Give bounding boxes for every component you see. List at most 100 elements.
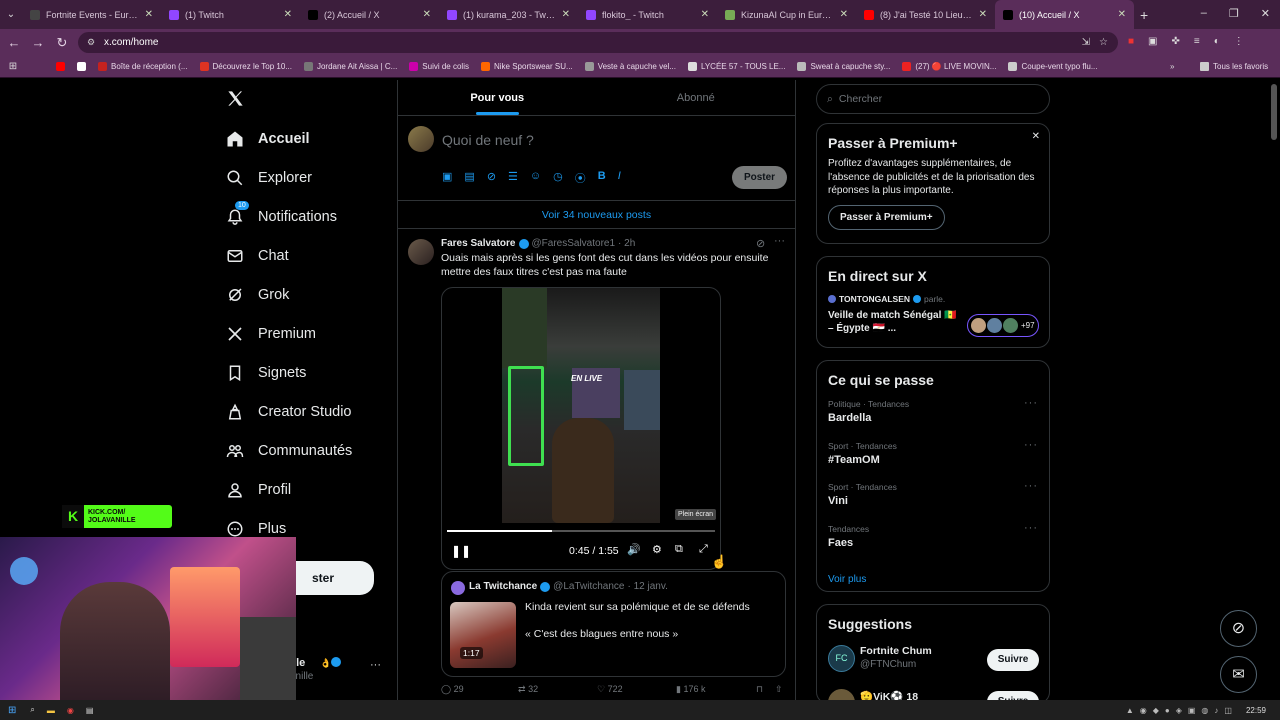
tweet-author-name[interactable]: Fares Salvatore xyxy=(441,238,516,249)
quoted-tweet[interactable]: La Twitchance @LaTwitchance · 12 janv. 1… xyxy=(441,571,786,677)
tab-close-icon[interactable]: ✕ xyxy=(145,9,153,20)
minimize-icon[interactable]: – xyxy=(1201,7,1207,20)
page-scrollbar[interactable] xyxy=(1271,84,1277,140)
suggestion-avatar[interactable]: FC xyxy=(828,645,855,672)
browser-tab[interactable]: (1) kurama_203 - Twitch ✕ xyxy=(439,0,578,29)
tab-for-you[interactable]: Pour vous xyxy=(398,80,597,115)
fullscreen-icon[interactable]: ⤢ xyxy=(699,543,708,556)
browser-tab[interactable]: (8) J'ai Testé 10 Lieux Not ✕ xyxy=(856,0,995,29)
suggestion-name[interactable]: Fortnite Chum xyxy=(860,645,932,657)
nav-item-grok[interactable]: Grok xyxy=(220,275,390,314)
browser-tab[interactable]: (1) Twitch ✕ xyxy=(161,0,300,29)
extensions-puzzle-icon[interactable]: ✜ xyxy=(1172,36,1180,47)
nav-item-notifications[interactable]: Notifications 10 xyxy=(220,197,390,236)
nav-item-chat[interactable]: Chat xyxy=(220,236,390,275)
tweet[interactable]: Fares Salvatore @FaresSalvatore1 · 2h ⊘ … xyxy=(398,229,795,699)
share-icon[interactable]: ⇧ xyxy=(775,684,783,695)
trend-more-icon[interactable]: ··· xyxy=(1024,397,1038,409)
apps-grid-icon[interactable]: ⊞ xyxy=(0,61,26,72)
live-topic[interactable]: Veille de match Sénégal 🇸🇳 – Égypte 🇪🇬 .… xyxy=(828,309,958,335)
nav-item-bookmarks[interactable]: Signets xyxy=(220,353,390,392)
like-button[interactable]: ♡ 722 xyxy=(597,684,676,695)
image-icon[interactable]: ▣ xyxy=(442,170,452,186)
maximize-icon[interactable]: ❐ xyxy=(1229,7,1239,20)
trend-item[interactable]: Politique · Tendances Bardella ··· xyxy=(828,397,1038,441)
url-input[interactable]: ⚙ x.com/home ⇲ ☆ xyxy=(78,32,1118,53)
nav-item-premium[interactable]: Premium xyxy=(220,314,390,353)
bookmark-star-icon[interactable]: ☆ xyxy=(1099,32,1108,53)
browser-menu-icon[interactable]: ⋮ xyxy=(1234,36,1244,47)
italic-icon[interactable]: I xyxy=(618,170,621,186)
bookmark-item[interactable]: Jordane Ait Aissa | C... xyxy=(303,62,397,71)
live-listeners[interactable]: +97 xyxy=(967,314,1039,337)
bookmark-item[interactable]: Boîte de réception (... xyxy=(98,62,188,71)
bookmark-item[interactable]: Nike Sportswear SU... xyxy=(480,62,573,71)
system-tray-icons[interactable]: ▲◉◆●◈▣◍♪◫ xyxy=(1126,706,1238,715)
video-player[interactable]: EN LIVE Plein écran ❚❚ 0:45 / 1:55 🔊 ⚙ ⧉… xyxy=(441,287,721,570)
compose-input[interactable]: Quoi de neuf ? xyxy=(442,132,534,148)
search-input[interactable]: ⌕ Chercher xyxy=(816,84,1050,114)
browser-tab[interactable]: (10) Accueil / X ✕ xyxy=(995,0,1134,29)
bookmark-item[interactable]: (27) 🔴 LIVE MOVIN... xyxy=(902,62,996,71)
tweet-author-handle[interactable]: @FaresSalvatore1 xyxy=(532,238,616,249)
grok-explain-icon[interactable]: ⊘ xyxy=(756,237,765,250)
tab-close-icon[interactable]: ✕ xyxy=(284,9,292,20)
nav-item-creator-studio[interactable]: Creator Studio xyxy=(220,392,390,431)
nav-item-communities[interactable]: Communautés xyxy=(220,431,390,470)
grok-compose-icon[interactable]: ⊘ xyxy=(487,170,496,186)
reply-button[interactable]: ◯ 29 xyxy=(441,684,518,695)
all-bookmarks-folder[interactable]: Tous les favoris xyxy=(1200,62,1268,71)
nav-item-explore[interactable]: Explorer xyxy=(220,158,390,197)
trend-item[interactable]: Tendances Faes ··· xyxy=(828,522,1038,566)
account-more-icon[interactable]: ··· xyxy=(370,659,381,671)
premium-button[interactable]: Passer à Premium+ xyxy=(828,204,945,230)
tab-close-icon[interactable]: ✕ xyxy=(423,9,431,20)
compose-post-button[interactable]: Poster xyxy=(732,166,787,189)
bookmark-item[interactable]: Veste à capuche vel... xyxy=(584,62,676,71)
media-control-icon[interactable]: ≡ xyxy=(1194,36,1200,47)
bookmark-youtube[interactable] xyxy=(56,62,65,71)
poll-icon[interactable]: ☰ xyxy=(508,170,518,186)
bold-icon[interactable]: B xyxy=(598,170,606,186)
emoji-icon[interactable]: ☺ xyxy=(530,170,541,186)
tab-close-icon[interactable]: ✕ xyxy=(979,9,987,20)
trend-more-icon[interactable]: ··· xyxy=(1024,522,1038,534)
video-progress-bar[interactable] xyxy=(447,530,715,532)
extension-icon[interactable]: ▣ xyxy=(1148,36,1157,47)
gif-icon[interactable]: ▤ xyxy=(464,170,474,186)
browser-tab[interactable]: Fortnite Events - Europe ✕ xyxy=(22,0,161,29)
back-icon[interactable]: ← xyxy=(2,35,26,50)
bookmark-item[interactable]: Suivi de colis xyxy=(409,62,469,71)
chrome-icon[interactable]: ◉ xyxy=(67,706,74,715)
pause-icon[interactable]: ❚❚ xyxy=(451,544,471,558)
suggestion-handle[interactable]: @FTNChum xyxy=(860,659,916,670)
tab-close-icon[interactable]: ✕ xyxy=(840,9,848,20)
reload-icon[interactable]: ↻ xyxy=(50,35,74,51)
close-window-icon[interactable]: ✕ xyxy=(1261,7,1270,20)
tab-search-icon[interactable]: ⌄ xyxy=(0,9,22,20)
bookmark-item[interactable]: LYCÉE 57 - TOUS LE... xyxy=(687,62,785,71)
nav-item-home[interactable]: Accueil xyxy=(220,119,390,158)
site-info-icon[interactable]: ⚙ xyxy=(87,32,95,53)
trend-more-icon[interactable]: ··· xyxy=(1024,439,1038,451)
bookmark-item[interactable]: Sweat à capuche sty... xyxy=(797,62,890,71)
profile-avatar-icon[interactable]: ◐ xyxy=(1214,36,1220,47)
pip-icon[interactable]: ⧉ xyxy=(675,543,683,556)
tweet-more-icon[interactable]: ··· xyxy=(774,235,785,247)
live-host[interactable]: TONTONGALSEN xyxy=(839,294,910,304)
grok-floating-icon[interactable]: ⊘ xyxy=(1220,610,1257,647)
settings-gear-icon[interactable]: ⚙ xyxy=(652,543,662,556)
tweet-time[interactable]: · 2h xyxy=(618,238,635,249)
search-icon[interactable]: ⌕ xyxy=(30,705,34,715)
bookmarks-overflow-icon[interactable]: » xyxy=(1170,62,1174,71)
volume-icon[interactable]: 🔊 xyxy=(627,543,641,556)
views-button[interactable]: ▮ 176 k xyxy=(676,684,756,695)
tweet-avatar[interactable] xyxy=(408,239,434,265)
x-logo[interactable] xyxy=(226,89,245,113)
bookmark-action-icon[interactable]: ⊓ xyxy=(756,684,763,695)
bookmark-google[interactable] xyxy=(77,62,86,71)
file-explorer-icon[interactable]: ▬ xyxy=(47,706,55,715)
schedule-icon[interactable]: ◷ xyxy=(553,170,563,186)
install-icon[interactable]: ⇲ xyxy=(1082,32,1090,53)
bookmark-item[interactable]: Coupe-vent typo flu... xyxy=(1008,62,1098,71)
